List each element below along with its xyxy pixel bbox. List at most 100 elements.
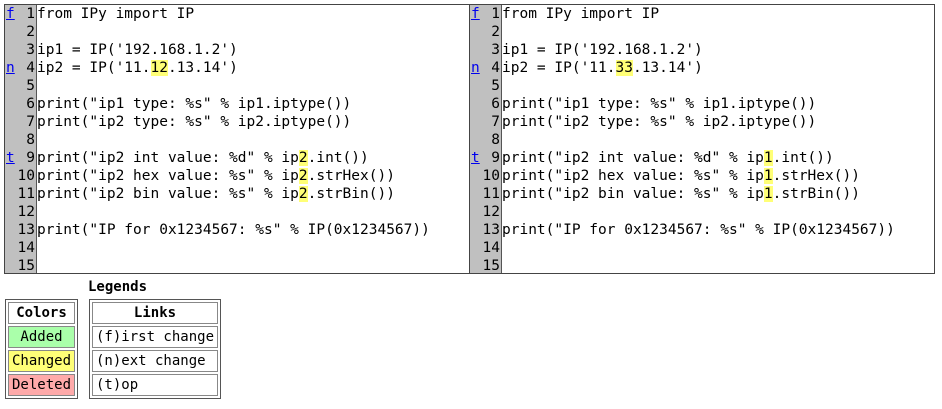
legend-links-box: Links (f)irst change (n)ext change (t)op — [89, 299, 222, 399]
nav-cell — [470, 257, 482, 275]
nav-cell — [5, 185, 17, 203]
code-text: print("ip2 bin value: %s" % ip — [502, 186, 764, 202]
legend-next-change: (n)ext change — [92, 350, 219, 372]
code-line: ip1 = IP('192.168.1.2') — [502, 41, 934, 59]
next-change-link[interactable]: n — [5, 60, 15, 76]
changed-text: 33 — [615, 60, 633, 76]
nav-cell: t — [5, 149, 17, 167]
code-text: print("IP for 0x1234567: %s" % IP(0x1234… — [502, 222, 895, 238]
diff-table: fnt 1 2 3 4 5 6 7 8 9 10 11 12 13 14 15 from IPy impor… — [4, 4, 935, 274]
code-line: ip2 = IP('11.12.13.14') — [37, 59, 469, 77]
nav-cell — [5, 95, 17, 113]
legend-changed: Changed — [8, 350, 76, 372]
code-text: ip2 = IP('11. — [37, 60, 151, 76]
right-line-numbers: 1 2 3 4 5 6 7 8 9 10 11 12 13 14 15 — [482, 5, 502, 274]
code-line: print("IP for 0x1234567: %s" % IP(0x1234… — [502, 221, 934, 239]
changed-text: 2 — [298, 150, 308, 166]
top-link[interactable]: t — [5, 150, 15, 166]
nav-cell — [5, 77, 17, 95]
left-nav-column: f n t — [5, 5, 17, 273]
code-text: .strBin()) — [307, 186, 395, 202]
nav-cell — [5, 131, 17, 149]
legend-top: (t)op — [92, 374, 219, 396]
code-text: print("ip2 int value: %d" % ip — [37, 150, 299, 166]
line-number: 8 — [491, 132, 500, 148]
code-text: .int()) — [772, 150, 834, 166]
colors-header: Colors — [8, 302, 76, 324]
line-number: 2 — [491, 24, 500, 40]
line-number: 10 — [482, 168, 500, 184]
line-number: 5 — [26, 78, 35, 94]
code-line: print("ip2 int value: %d" % ip2.int()) — [37, 149, 469, 167]
changed-text: 1 — [763, 168, 773, 184]
line-number: 14 — [482, 240, 500, 256]
nav-cell — [470, 23, 482, 41]
legend-deleted: Deleted — [8, 374, 76, 396]
right-code: from IPy import IP ip1 = IP('192.168.1.2'… — [502, 5, 934, 273]
left-code: from IPy import IP ip1 = IP('192.168.1.2'… — [37, 5, 469, 273]
line-number: 9 — [491, 150, 500, 166]
left-line-numbers: 1 2 3 4 5 6 7 8 9 10 11 12 13 14 15 — [17, 5, 37, 274]
code-text: .13.14') — [632, 60, 703, 76]
top-link[interactable]: t — [470, 150, 480, 166]
code-text: .int()) — [307, 150, 369, 166]
code-text: print("ip2 type: %s" % ip2.iptype()) — [37, 114, 352, 130]
line-number: 6 — [491, 96, 500, 112]
code-text: ip1 = IP('192.168.1.2') — [37, 42, 238, 58]
nav-cell: n — [5, 59, 17, 77]
line-number: 4 — [491, 60, 500, 76]
line-number: 13 — [482, 222, 500, 238]
line-number: 1 — [26, 6, 35, 22]
code-line: print("IP for 0x1234567: %s" % IP(0x1234… — [37, 221, 469, 239]
code-line: print("ip2 int value: %d" % ip1.int()) — [502, 149, 934, 167]
line-number: 14 — [17, 240, 35, 256]
nav-cell — [5, 41, 17, 59]
code-line: print("ip2 hex value: %s" % ip2.strHex()… — [37, 167, 469, 185]
first-change-link[interactable]: f — [470, 6, 480, 22]
line-number: 3 — [26, 42, 35, 58]
nav-cell: n — [470, 59, 482, 77]
code-line: print("ip2 hex value: %s" % ip1.strHex()… — [502, 167, 934, 185]
line-number: 6 — [26, 96, 35, 112]
nav-cell: t — [470, 149, 482, 167]
changed-text: 1 — [763, 186, 773, 202]
nav-cell — [470, 203, 482, 221]
code-text: print("ip1 type: %s" % ip1.iptype()) — [37, 96, 352, 112]
line-number: 3 — [491, 42, 500, 58]
nav-cell: f — [470, 5, 482, 23]
line-number: 9 — [26, 150, 35, 166]
nav-cell — [5, 113, 17, 131]
line-number: 13 — [17, 222, 35, 238]
code-text: print("ip2 type: %s" % ip2.iptype()) — [502, 114, 817, 130]
changed-text: 2 — [298, 186, 308, 202]
code-text: from IPy import IP — [37, 6, 195, 22]
legend-added: Added — [8, 326, 76, 348]
code-text: .strHex()) — [307, 168, 395, 184]
code-text: ip1 = IP('192.168.1.2') — [502, 42, 703, 58]
line-number: 5 — [491, 78, 500, 94]
nav-cell — [470, 77, 482, 95]
code-text: print("ip2 int value: %d" % ip — [502, 150, 764, 166]
line-number: 4 — [26, 60, 35, 76]
code-text: print("ip2 hex value: %s" % ip — [502, 168, 764, 184]
next-change-link[interactable]: n — [470, 60, 480, 76]
nav-cell — [470, 185, 482, 203]
line-number: 8 — [26, 132, 35, 148]
legend-colors-box: Colors Added Changed Deleted — [5, 299, 79, 399]
line-number: 10 — [17, 168, 35, 184]
nav-cell — [5, 221, 17, 239]
first-change-link[interactable]: f — [5, 6, 15, 22]
code-text: print("ip2 bin value: %s" % ip — [37, 186, 299, 202]
changed-text: 2 — [298, 168, 308, 184]
code-text: ip2 = IP('11. — [502, 60, 616, 76]
